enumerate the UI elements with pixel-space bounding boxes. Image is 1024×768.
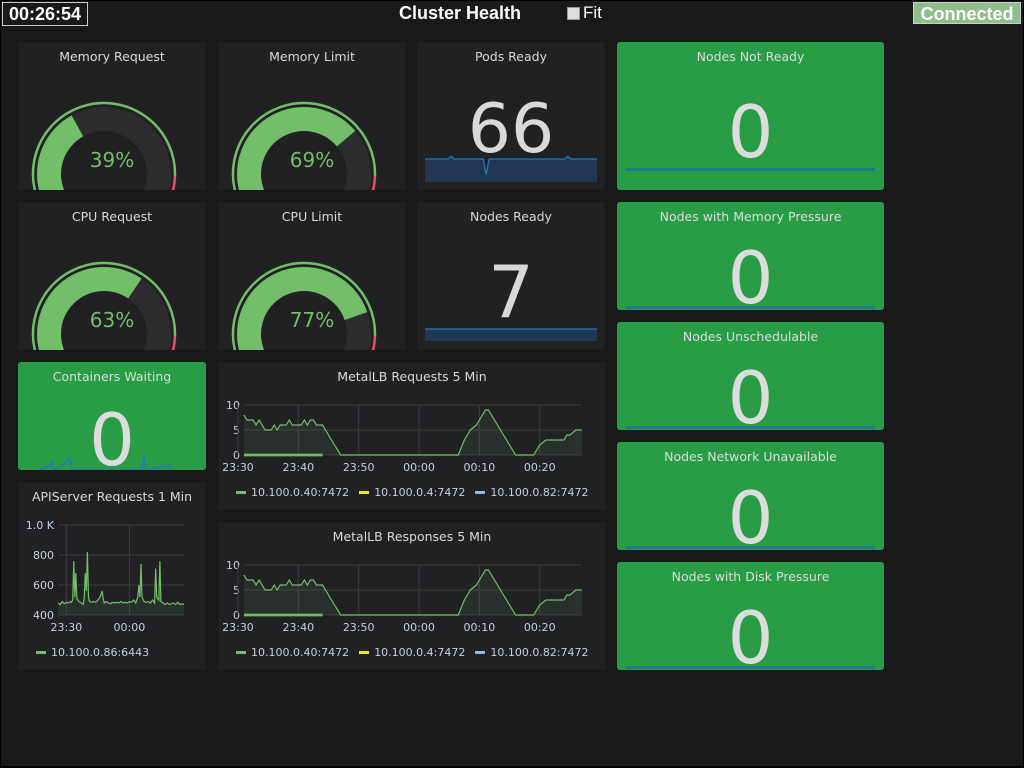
dashboard-title: Cluster Health bbox=[398, 3, 522, 23]
stat-panel-nodes-memory-pressure[interactable]: Nodes with Memory Pressure 0 bbox=[617, 202, 884, 310]
stat-value: 0 bbox=[727, 90, 774, 174]
y-tick-label: 5 bbox=[233, 424, 240, 437]
gauge-value: 63% bbox=[89, 308, 135, 332]
gauge-value: 69% bbox=[289, 148, 335, 172]
chart-legend: 10.100.0.40:7472 10.100.0.4:7472 10.100.0.… bbox=[236, 646, 589, 659]
legend-swatch bbox=[475, 651, 486, 654]
x-tick-label: 23:50 bbox=[343, 461, 375, 474]
sparkline-line bbox=[626, 168, 875, 171]
stat-value: 66 bbox=[467, 90, 555, 169]
connection-status-badge: Connected bbox=[913, 2, 1021, 24]
legend-item[interactable]: 10.100.0.4:7472 bbox=[359, 646, 465, 659]
gauge-value: 77% bbox=[289, 308, 335, 332]
legend-label: 10.100.0.86:6443 bbox=[51, 646, 150, 659]
legend-swatch bbox=[236, 651, 246, 654]
fit-checkbox[interactable] bbox=[567, 6, 580, 20]
panel-title: Nodes with Disk Pressure bbox=[671, 569, 830, 584]
legend-swatch bbox=[359, 491, 370, 494]
stat-panel-nodes-network-unavailable[interactable]: Nodes Network Unavailable 0 bbox=[617, 442, 884, 550]
stat-panel-nodes-disk-pressure[interactable]: Nodes with Disk Pressure 0 bbox=[617, 562, 884, 670]
stat-value: 0 bbox=[727, 596, 774, 670]
stat-value: 0 bbox=[727, 476, 774, 550]
x-tick-label: 23:30 bbox=[222, 621, 254, 634]
stat-panel-nodes-unschedulable[interactable]: Nodes Unschedulable 0 bbox=[617, 322, 884, 430]
legend-swatch bbox=[359, 651, 370, 654]
graph-panel-metallb-responses[interactable]: MetalLB Responses 5 Min 0 5 10 23:30 23:40 23… bbox=[218, 522, 606, 670]
panel-title: Nodes with Memory Pressure bbox=[659, 209, 842, 224]
series-area bbox=[58, 552, 184, 615]
legend-label: 10.100.0.4:7472 bbox=[374, 486, 466, 499]
series-area bbox=[244, 570, 582, 615]
panel-title: Nodes Not Ready bbox=[696, 49, 805, 64]
sparkline-line bbox=[626, 546, 875, 549]
legend-item[interactable]: 10.100.0.4:7472 bbox=[359, 486, 465, 499]
sparkline-line bbox=[626, 426, 875, 429]
y-tick-label: 1.0 K bbox=[26, 519, 55, 532]
stat-value: 0 bbox=[89, 398, 135, 470]
x-tick-label: 23:30 bbox=[222, 461, 254, 474]
legend-item[interactable]: 10.100.0.86:6443 bbox=[36, 646, 149, 659]
legend-label: 10.100.0.40:7472 bbox=[251, 646, 350, 659]
gauge-panel-cpu-request[interactable]: CPU Request 63% bbox=[18, 202, 206, 350]
stat-panel-pods-ready[interactable]: Pods Ready 66 bbox=[417, 42, 605, 190]
gauge-value: 39% bbox=[89, 148, 135, 172]
x-tick-label: 00:00 bbox=[403, 621, 435, 634]
legend-item[interactable]: 10.100.0.40:7472 bbox=[236, 646, 349, 659]
y-tick-label: 800 bbox=[33, 549, 54, 562]
x-tick-label: 00:00 bbox=[114, 621, 146, 634]
stat-value: 0 bbox=[727, 236, 774, 310]
series-area bbox=[244, 410, 582, 455]
legend-label: 10.100.0.82:7472 bbox=[490, 486, 589, 499]
series-line bbox=[57, 551, 185, 606]
x-tick-label: 23:40 bbox=[282, 461, 314, 474]
chart: 4006008001.0 K23:30 00:00 bbox=[26, 519, 185, 634]
legend-swatch bbox=[36, 651, 46, 654]
x-tick-label: 23:50 bbox=[343, 621, 375, 634]
legend-swatch bbox=[236, 491, 246, 494]
stat-value: 7 bbox=[488, 250, 534, 334]
x-tick-label: 23:30 bbox=[51, 621, 83, 634]
x-tick-label: 00:10 bbox=[464, 461, 496, 474]
legend-label: 10.100.0.40:7472 bbox=[251, 486, 350, 499]
graph-panel-metallb-requests[interactable]: MetalLB Requests 5 Min 0 5 10 23:30 23:40 23:… bbox=[218, 362, 606, 510]
chart-legend: 10.100.0.86:6443 bbox=[36, 646, 149, 659]
stat-panel-nodes-not-ready[interactable]: Nodes Not Ready 0 bbox=[617, 42, 884, 190]
legend-item[interactable]: 10.100.0.82:7472 bbox=[475, 646, 589, 659]
sparkline-line bbox=[626, 306, 875, 309]
y-tick-label: 5 bbox=[233, 584, 240, 597]
legend-item[interactable]: 10.100.0.82:7472 bbox=[475, 486, 589, 499]
chart-legend: 10.100.0.40:7472 10.100.0.4:7472 10.100.0.… bbox=[236, 486, 589, 499]
x-tick-label: 00:20 bbox=[524, 621, 556, 634]
clock: 00:26:54 bbox=[2, 2, 88, 26]
x-tick-label: 00:10 bbox=[464, 621, 496, 634]
stat-value: 0 bbox=[727, 356, 774, 430]
sparkline-line bbox=[626, 666, 875, 669]
gauge-panel-memory-limit[interactable]: Memory Limit 69% bbox=[218, 42, 406, 190]
panel-title: Nodes Network Unavailable bbox=[664, 449, 837, 464]
y-tick-label: 600 bbox=[33, 579, 54, 592]
x-tick-label: 00:20 bbox=[524, 461, 556, 474]
x-tick-label: 00:00 bbox=[403, 461, 435, 474]
stat-panel-containers-waiting[interactable]: Containers Waiting 0 bbox=[18, 362, 206, 470]
stat-panel-nodes-ready[interactable]: Nodes Ready 7 bbox=[417, 202, 605, 350]
legend-item[interactable]: 10.100.0.40:7472 bbox=[236, 486, 349, 499]
legend-label: 10.100.0.82:7472 bbox=[490, 646, 589, 659]
x-tick-label: 23:40 bbox=[282, 621, 314, 634]
graph-panel-apiserver-requests[interactable]: APIServer Requests 1 Min 400 600 800 1.0 K2… bbox=[18, 482, 206, 670]
fit-toggle[interactable]: Fit bbox=[567, 3, 602, 23]
gauge-panel-memory-request[interactable]: Memory Request 39% bbox=[18, 42, 206, 190]
legend-swatch bbox=[475, 491, 486, 494]
legend-label: 10.100.0.4:7472 bbox=[374, 646, 466, 659]
fit-label: Fit bbox=[583, 3, 602, 22]
panel-title: Nodes Unschedulable bbox=[682, 329, 819, 344]
gauge-panel-cpu-limit[interactable]: CPU Limit 77% bbox=[218, 202, 406, 350]
